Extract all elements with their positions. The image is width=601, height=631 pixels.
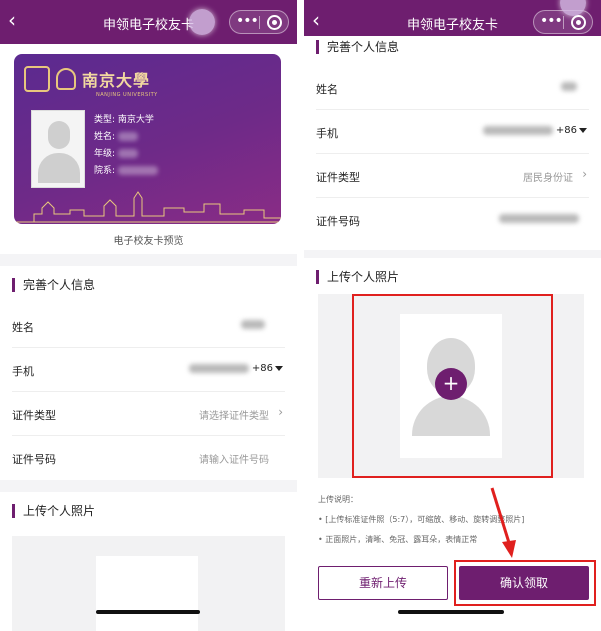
id-type-value: 居民身份证 xyxy=(523,173,573,184)
screens: ‹ 申领电子校友卡 ••• 南京大學 NANJING UNIVERSITY 类型… xyxy=(0,0,601,631)
id-number-row[interactable]: 证件号码 xyxy=(316,198,589,242)
phone-value: +86 xyxy=(188,363,283,374)
card-info: 类型: 南京大学 姓名: 年级: 院系: xyxy=(94,112,159,180)
home-indicator xyxy=(96,610,200,614)
name-value xyxy=(241,319,265,330)
personal-info-section: 完善个人信息 姓名 手机 +86 证件类型 请选择证件类型 › 证件号码 请输入… xyxy=(0,266,297,480)
mini-program-capsule: ••• xyxy=(533,10,593,34)
campus-skyline-graphic xyxy=(14,191,281,223)
more-icon[interactable]: ••• xyxy=(540,14,563,30)
touch-indicator xyxy=(189,9,215,35)
personal-info-section: 完善个人信息 姓名 手机 +86 证件类型 居民身份证 › 证件号码 xyxy=(304,36,601,250)
highlight-box-upload xyxy=(352,294,553,478)
home-indicator xyxy=(398,610,504,614)
close-icon[interactable] xyxy=(267,15,282,30)
phone-value: +86 xyxy=(482,125,587,136)
university-seal-icon xyxy=(56,68,76,90)
reupload-button[interactable]: 重新上传 xyxy=(318,566,448,600)
card-photo xyxy=(31,110,85,188)
chevron-right-icon: › xyxy=(582,167,587,181)
note-item: • [上传标准证件照（5:7），可缩放、移动、旋转调整照片] xyxy=(318,515,525,524)
alumni-card: 南京大學 NANJING UNIVERSITY 类型: 南京大学 姓名: 年级:… xyxy=(14,54,281,224)
id-type-row[interactable]: 证件类型 请选择证件类型 › xyxy=(12,392,285,436)
phone-row[interactable]: 手机 +86 xyxy=(12,348,285,392)
id-number-input[interactable]: 请输入证件号码 xyxy=(199,451,269,466)
id-number-row[interactable]: 证件号码 请输入证件号码 xyxy=(12,436,285,480)
university-en-name: NANJING UNIVERSITY xyxy=(96,92,158,98)
name-row[interactable]: 姓名 xyxy=(316,66,589,110)
card-year-row: 年级: xyxy=(94,146,158,163)
section-title: 完善个人信息 xyxy=(316,40,399,54)
id-type-row[interactable]: 证件类型 居民身份证 › xyxy=(316,154,589,198)
chevron-right-icon: › xyxy=(278,405,283,419)
name-value xyxy=(561,81,577,92)
university-logo: 南京大學 xyxy=(24,66,174,94)
card-preview-caption: 电子校友卡预览 xyxy=(113,236,184,247)
chevron-down-icon[interactable] xyxy=(275,365,283,371)
left-screen: ‹ 申领电子校友卡 ••• 南京大學 NANJING UNIVERSITY 类型… xyxy=(0,0,297,631)
capsule-divider xyxy=(563,16,564,29)
photo-upload-box[interactable] xyxy=(12,536,285,631)
note-item: • 正面照片，清晰、免冠、露耳朵，表情正常 xyxy=(318,535,478,544)
section-title: 上传个人照片 xyxy=(12,504,95,518)
country-code[interactable]: +86 xyxy=(252,363,273,374)
chevron-down-icon[interactable] xyxy=(579,127,587,133)
country-code[interactable]: +86 xyxy=(556,125,577,136)
card-type-row: 类型: 南京大学 xyxy=(94,115,154,125)
card-preview-area: 南京大學 NANJING UNIVERSITY 类型: 南京大学 姓名: 年级:… xyxy=(0,44,297,254)
id-number-value xyxy=(499,213,579,224)
highlight-box-confirm xyxy=(454,560,596,606)
section-title: 完善个人信息 xyxy=(12,278,95,292)
name-row[interactable]: 姓名 xyxy=(12,304,285,348)
card-dept-row: 院系: xyxy=(94,163,159,180)
portrait-placeholder xyxy=(96,556,198,631)
right-screen: ‹ 申领电子校友卡 ••• 完善个人信息 姓名 手机 +86 证件类型 居民身份… xyxy=(304,0,601,631)
more-icon[interactable]: ••• xyxy=(236,14,259,30)
section-title: 上传个人照片 xyxy=(316,270,399,284)
arrow-icon xyxy=(490,487,516,558)
notes-title: 上传说明： xyxy=(318,495,358,504)
phone-row[interactable]: 手机 +86 xyxy=(316,110,589,154)
id-type-placeholder: 请选择证件类型 xyxy=(199,411,269,422)
navbar: ‹ 申领电子校友卡 ••• xyxy=(0,0,297,44)
card-name-row: 姓名: xyxy=(94,129,158,146)
mini-program-capsule: ••• xyxy=(229,10,289,34)
capsule-divider xyxy=(259,16,260,29)
upload-notes: 上传说明： • [上传标准证件照（5:7），可缩放、移动、旋转调整照片] • 正… xyxy=(318,490,591,550)
close-icon[interactable] xyxy=(571,15,586,30)
university-name: 南京大學 xyxy=(82,71,151,90)
gate-emblem-icon xyxy=(24,66,50,92)
